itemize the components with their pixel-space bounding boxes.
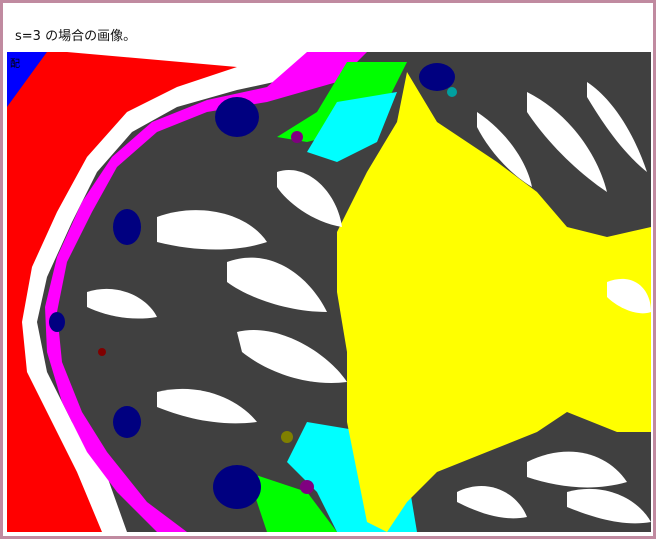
fractal-image: 配 — [7, 52, 651, 532]
image-caption: s=3 の場合の画像。 — [15, 29, 137, 44]
image-window: s=3 の場合の画像。 配 — [3, 3, 653, 536]
navy-bulb — [419, 63, 455, 91]
navy-bulb — [49, 312, 65, 332]
navy-bulb — [215, 97, 259, 137]
navy-bulb — [113, 209, 141, 245]
navy-bulb — [113, 406, 141, 438]
navy-bulb — [213, 465, 261, 509]
canvas-corner-label: 配 — [10, 59, 20, 70]
fractal-svg — [7, 52, 651, 532]
